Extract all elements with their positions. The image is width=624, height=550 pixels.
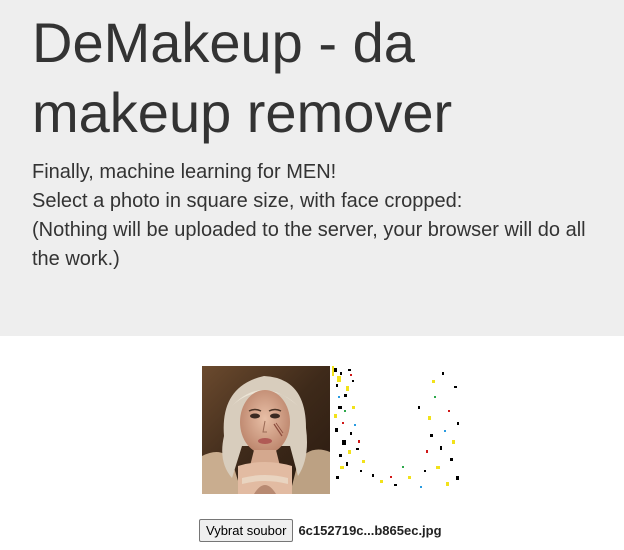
processed-noise-image — [332, 366, 462, 494]
choose-file-button[interactable]: Vybrat soubor — [199, 518, 294, 542]
intro-text: Finally, machine learning for MEN! Selec… — [32, 158, 617, 274]
portrait-image — [202, 366, 330, 494]
intro-line-1: Finally, machine learning for MEN! — [32, 161, 337, 183]
image-comparison — [202, 366, 462, 494]
intro-line-2: Select a photo in square size, with face… — [32, 190, 463, 212]
output-image — [332, 366, 462, 494]
page-title: DeMakeup - da makeup remover — [32, 11, 453, 144]
file-input[interactable]: Vybrat soubor 6c152719c...b865ec.jpg — [199, 518, 442, 542]
input-photo — [202, 366, 330, 494]
jumbotron-header: DeMakeup - da makeup remover Finally, ma… — [0, 0, 624, 336]
selected-file-name: 6c152719c...b865ec.jpg — [298, 522, 442, 538]
intro-line-3: (Nothing will be uploaded to the server,… — [32, 219, 586, 270]
